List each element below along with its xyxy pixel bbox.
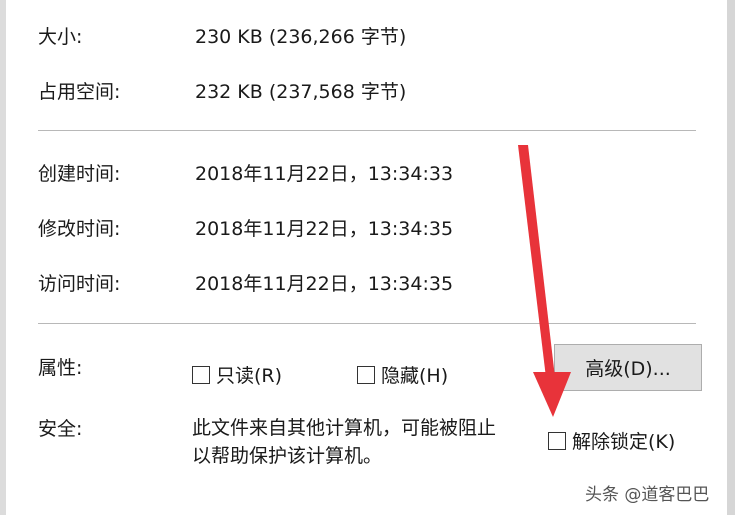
hidden-checkbox[interactable] [357, 365, 375, 384]
modified-value: 2018年11月22日，13:34:35 [195, 218, 454, 240]
security-message-line2: 以帮助保护该计算机。 [192, 445, 383, 467]
hidden-label[interactable]: 隐藏(H) [381, 361, 448, 388]
readonly-checkbox[interactable] [192, 365, 210, 384]
size-on-disk-value: 232 KB (237,568 字节) [195, 81, 407, 103]
watermark: 头条 @道客巴巴 [585, 485, 710, 505]
size-on-disk-label: 占用空间: [38, 81, 121, 103]
size-value: 230 KB (236,266 字节) [195, 26, 407, 48]
arrow-shaft [518, 145, 556, 386]
security-label: 安全: [38, 418, 83, 440]
attributes-label: 属性: [38, 357, 83, 379]
divider-top [38, 130, 696, 131]
security-message: 此文件来自其他计算机，可能被阻止 以帮助保护该计算机。 [192, 414, 496, 470]
advanced-button[interactable]: 高级(D)... [554, 344, 702, 391]
created-value: 2018年11月22日，13:34:33 [195, 163, 454, 185]
readonly-checkbox-row[interactable]: 只读(R) [192, 361, 282, 388]
accessed-label: 访问时间: [38, 273, 121, 295]
created-label: 创建时间: [38, 163, 121, 185]
accessed-value: 2018年11月22日，13:34:35 [195, 273, 454, 295]
modified-label: 修改时间: [38, 218, 121, 240]
readonly-label[interactable]: 只读(R) [216, 361, 282, 388]
window-left-edge [0, 0, 6, 515]
hidden-checkbox-row[interactable]: 隐藏(H) [357, 361, 448, 388]
divider-bottom [38, 323, 696, 324]
unblock-checkbox[interactable] [548, 431, 566, 450]
security-message-line1: 此文件来自其他计算机，可能被阻止 [192, 417, 497, 439]
file-properties-panel: 大小: 230 KB (236,266 字节) 占用空间: 232 KB (23… [0, 0, 735, 515]
size-label: 大小: [38, 26, 83, 48]
window-right-edge [727, 0, 735, 515]
unblock-checkbox-row[interactable]: 解除锁定(K) [548, 427, 675, 454]
unblock-label[interactable]: 解除锁定(K) [572, 427, 675, 454]
